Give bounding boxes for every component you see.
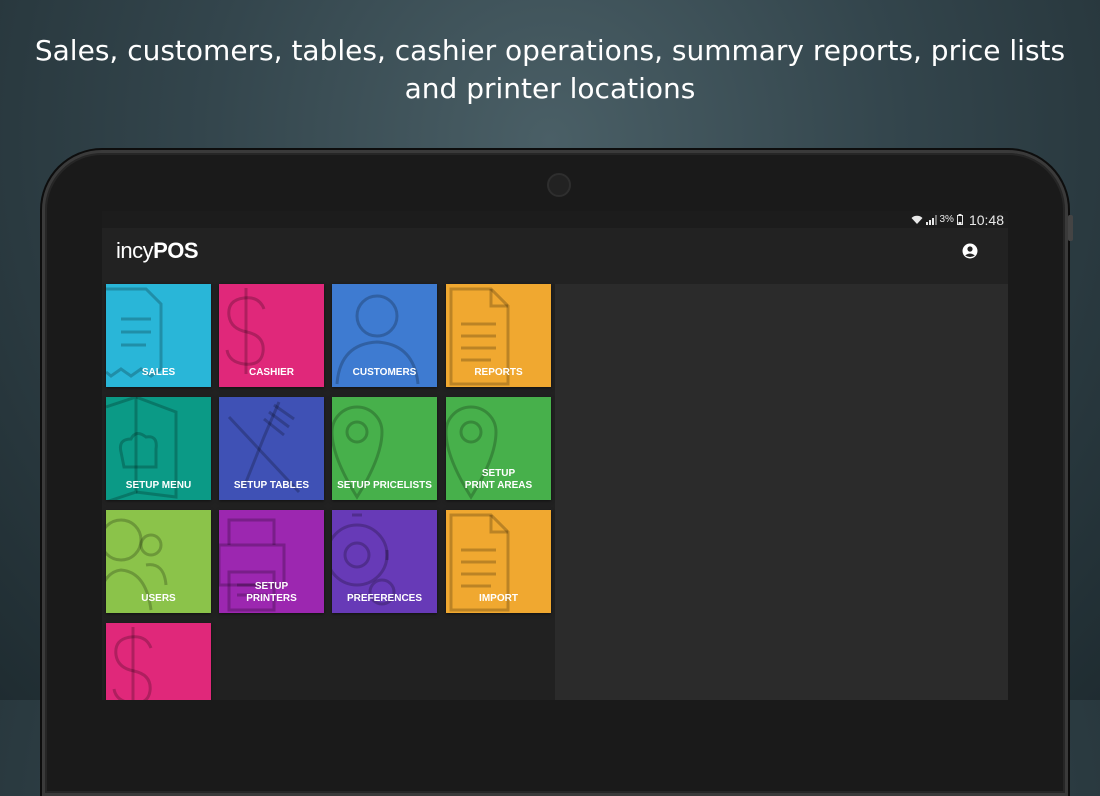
app-screen: 3% 10:48 incyPOS SALES CASHIER CUSTOMERS … (102, 211, 1008, 700)
clock-time: 10:48 (968, 211, 1004, 228)
logo-text-bold: POS (153, 238, 199, 263)
tile-customers[interactable]: CUSTOMERS (332, 284, 437, 387)
tile-label: USERS (141, 593, 176, 604)
tile-setup-pricelists[interactable]: SETUP PRICELISTS (332, 397, 437, 500)
tile-label: CUSTOMERS (352, 367, 417, 378)
tile-import[interactable]: IMPORT (446, 510, 551, 613)
app-logo: incyPOS (116, 238, 199, 264)
tile-setup-menu[interactable]: SETUP MENU (106, 397, 211, 500)
side-button (1068, 215, 1073, 241)
tile-label: CASHIER (248, 367, 294, 378)
logo-text-light: incy (116, 238, 154, 263)
wifi-icon (911, 215, 922, 224)
promo-headline: Sales, customers, tables, cashier operat… (0, 32, 1100, 108)
tile-reports[interactable]: REPORTS (446, 284, 551, 387)
dollar-icon (112, 627, 153, 700)
battery-icon (956, 214, 963, 225)
tile-users[interactable]: USERS (106, 510, 211, 613)
tile-label: SETUP PRINTERS (246, 581, 297, 604)
main-content: SALES CASHIER CUSTOMERS REPORTS SETUP MEN… (102, 284, 1008, 700)
tile-label: SETUP MENU (125, 480, 192, 491)
tile-sales[interactable]: SALES (106, 284, 211, 387)
headline-line-2: and printer locations (404, 72, 696, 105)
signal-icon (925, 214, 937, 225)
tile-cashier-extra[interactable] (106, 623, 211, 700)
tile-setup-tables[interactable]: SETUP TABLES (219, 397, 324, 500)
headline-line-1: Sales, customers, tables, cashier operat… (34, 34, 1066, 67)
tile-label: SALES (141, 367, 176, 378)
camera-icon (547, 173, 571, 197)
status-bar: 3% 10:48 (102, 211, 1008, 228)
detail-panel (555, 284, 1008, 700)
tile-label: SETUP PRINT AREAS (464, 468, 533, 491)
battery-percent: 3% (939, 214, 954, 225)
tile-label: SETUP TABLES (233, 480, 310, 491)
tile-label: PREFERENCES (346, 593, 422, 604)
tile-label: IMPORT (479, 593, 518, 604)
tile-grid: SALES CASHIER CUSTOMERS REPORTS SETUP MEN… (102, 284, 555, 700)
tile-setup-print-areas[interactable]: SETUP PRINT AREAS (446, 397, 551, 500)
tile-label: REPORTS (474, 367, 523, 378)
account-circle-icon[interactable] (962, 243, 978, 259)
tile-cashier[interactable]: CASHIER (219, 284, 324, 387)
tile-label: SETUP PRICELISTS (337, 480, 432, 491)
tile-setup-printers[interactable]: SETUP PRINTERS (219, 510, 324, 613)
app-bar: incyPOS (102, 228, 1008, 284)
tile-preferences[interactable]: PREFERENCES (332, 510, 437, 613)
